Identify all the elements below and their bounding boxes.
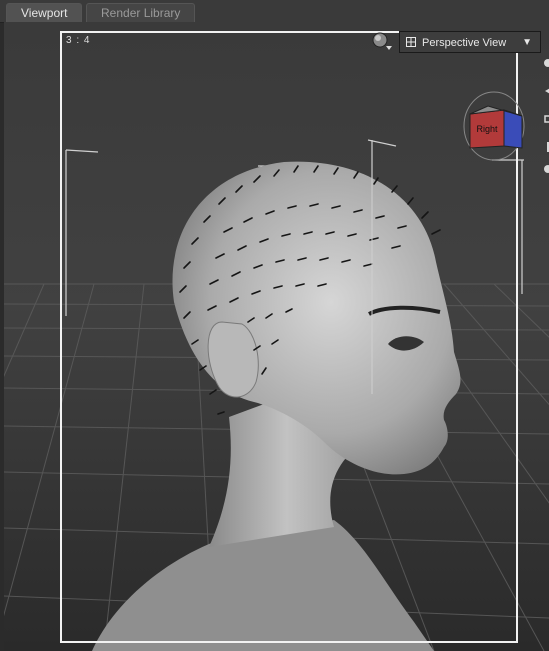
tab-bar: Viewport Render Library: [0, 0, 549, 23]
view-selector[interactable]: Perspective View ▼: [399, 31, 541, 53]
nav-cube-face-label: Right: [476, 124, 498, 134]
tab-render-library[interactable]: Render Library: [86, 3, 196, 23]
tab-viewport[interactable]: Viewport: [6, 3, 83, 23]
sphere-control-icon[interactable]: [371, 31, 393, 53]
chevron-down-icon: ▼: [522, 37, 532, 48]
tool-icon[interactable]: [543, 164, 549, 174]
grid-icon: [406, 37, 416, 47]
tool-icon[interactable]: [543, 86, 549, 96]
tool-icon[interactable]: [543, 142, 549, 152]
aspect-ratio-label: 3 : 4: [66, 35, 91, 46]
tool-icon[interactable]: [543, 114, 549, 124]
view-selector-label: Perspective View: [422, 37, 507, 49]
side-toolbar: [542, 52, 549, 202]
tool-icon[interactable]: [543, 58, 549, 68]
nav-cube-icon[interactable]: Right: [462, 86, 532, 166]
viewport[interactable]: 3 : 4 Perspective View ▼ Right: [4, 22, 549, 651]
